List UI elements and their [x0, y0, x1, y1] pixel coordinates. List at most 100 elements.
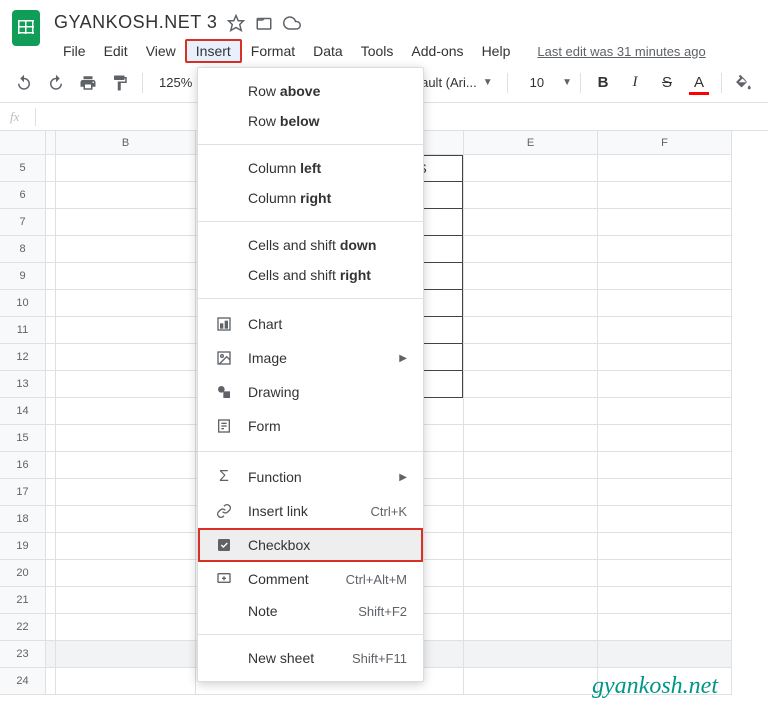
cell[interactable] — [56, 290, 196, 317]
row-header[interactable]: 22 — [0, 614, 46, 641]
cell[interactable] — [56, 236, 196, 263]
cloud-icon[interactable] — [283, 14, 301, 32]
row-header[interactable]: 14 — [0, 398, 46, 425]
cell[interactable] — [56, 398, 196, 425]
cell[interactable] — [46, 182, 56, 209]
cell[interactable] — [464, 371, 598, 398]
cell[interactable] — [56, 155, 196, 182]
menu-item-function[interactable]: Σ Function ▶ — [198, 460, 423, 494]
cell[interactable] — [46, 533, 56, 560]
row-header[interactable]: 5 — [0, 155, 46, 182]
menu-file[interactable]: File — [54, 39, 95, 63]
cell[interactable] — [598, 479, 732, 506]
move-icon[interactable] — [255, 14, 273, 32]
cell[interactable] — [464, 263, 598, 290]
cell[interactable] — [56, 452, 196, 479]
text-color-button[interactable]: A — [685, 69, 713, 97]
cell[interactable] — [464, 668, 598, 695]
column-header[interactable] — [46, 131, 56, 155]
cell[interactable] — [56, 506, 196, 533]
cell[interactable] — [46, 614, 56, 641]
cell[interactable] — [46, 317, 56, 344]
cell[interactable] — [598, 236, 732, 263]
row-header[interactable]: 13 — [0, 371, 46, 398]
cell[interactable] — [46, 236, 56, 263]
cell[interactable] — [464, 452, 598, 479]
row-header[interactable]: 10 — [0, 290, 46, 317]
menu-item-image[interactable]: Image ▶ — [198, 341, 423, 375]
cell[interactable] — [46, 263, 56, 290]
cell[interactable] — [56, 317, 196, 344]
cell[interactable] — [46, 560, 56, 587]
cell[interactable] — [56, 182, 196, 209]
cell[interactable] — [56, 614, 196, 641]
menu-item-insert-link[interactable]: Insert link Ctrl+K — [198, 494, 423, 528]
cell[interactable] — [598, 398, 732, 425]
cell[interactable] — [56, 371, 196, 398]
menu-edit[interactable]: Edit — [95, 39, 137, 63]
cell[interactable] — [598, 425, 732, 452]
last-edit-link[interactable]: Last edit was 31 minutes ago — [537, 44, 705, 59]
cell[interactable] — [56, 668, 196, 695]
cell[interactable] — [56, 425, 196, 452]
cell[interactable] — [46, 641, 56, 668]
cell[interactable] — [464, 317, 598, 344]
row-header[interactable]: 23 — [0, 641, 46, 668]
cell[interactable] — [46, 209, 56, 236]
cell[interactable] — [598, 371, 732, 398]
cell[interactable] — [56, 560, 196, 587]
menu-item-cells-down[interactable]: Cells and shift down — [198, 230, 423, 260]
star-icon[interactable] — [227, 14, 245, 32]
cell[interactable] — [464, 587, 598, 614]
cell[interactable] — [464, 506, 598, 533]
row-header[interactable]: 17 — [0, 479, 46, 506]
row-header[interactable]: 18 — [0, 506, 46, 533]
font-size-value[interactable]: 10 — [516, 75, 558, 90]
cell[interactable] — [598, 587, 732, 614]
menu-item-column-left[interactable]: Column left — [198, 153, 423, 183]
paint-format-button[interactable] — [106, 69, 134, 97]
row-header[interactable]: 21 — [0, 587, 46, 614]
row-header[interactable]: 8 — [0, 236, 46, 263]
menu-item-row-below[interactable]: Row below — [198, 106, 423, 136]
cell[interactable] — [464, 479, 598, 506]
cell[interactable] — [464, 236, 598, 263]
cell[interactable] — [46, 425, 56, 452]
cell[interactable] — [46, 155, 56, 182]
cell[interactable] — [464, 398, 598, 425]
cell[interactable] — [56, 587, 196, 614]
row-header[interactable]: 7 — [0, 209, 46, 236]
menu-item-column-right[interactable]: Column right — [198, 183, 423, 213]
cell[interactable] — [56, 479, 196, 506]
cell[interactable] — [598, 614, 732, 641]
column-header[interactable]: B — [56, 131, 196, 155]
zoom-value[interactable]: 125% — [151, 75, 200, 90]
cell[interactable] — [46, 290, 56, 317]
cell[interactable] — [56, 641, 196, 668]
bold-button[interactable]: B — [589, 69, 617, 97]
cell[interactable] — [598, 641, 732, 668]
print-button[interactable] — [74, 69, 102, 97]
cell[interactable] — [598, 452, 732, 479]
cell[interactable] — [56, 263, 196, 290]
row-header[interactable]: 6 — [0, 182, 46, 209]
menu-item-chart[interactable]: Chart — [198, 307, 423, 341]
cell[interactable] — [464, 560, 598, 587]
menu-format[interactable]: Format — [242, 39, 304, 63]
cell[interactable] — [46, 452, 56, 479]
cell[interactable] — [464, 155, 598, 182]
select-all-cell[interactable] — [0, 131, 46, 155]
cell[interactable] — [464, 209, 598, 236]
cell[interactable] — [598, 506, 732, 533]
cell[interactable] — [46, 506, 56, 533]
menu-tools[interactable]: Tools — [352, 39, 403, 63]
cell[interactable] — [598, 344, 732, 371]
cell[interactable] — [598, 560, 732, 587]
cell[interactable] — [598, 290, 732, 317]
cell[interactable] — [56, 344, 196, 371]
menu-item-comment[interactable]: Comment Ctrl+Alt+M — [198, 562, 423, 596]
italic-button[interactable]: I — [621, 69, 649, 97]
row-header[interactable]: 12 — [0, 344, 46, 371]
column-header[interactable]: F — [598, 131, 732, 155]
cell[interactable] — [56, 533, 196, 560]
